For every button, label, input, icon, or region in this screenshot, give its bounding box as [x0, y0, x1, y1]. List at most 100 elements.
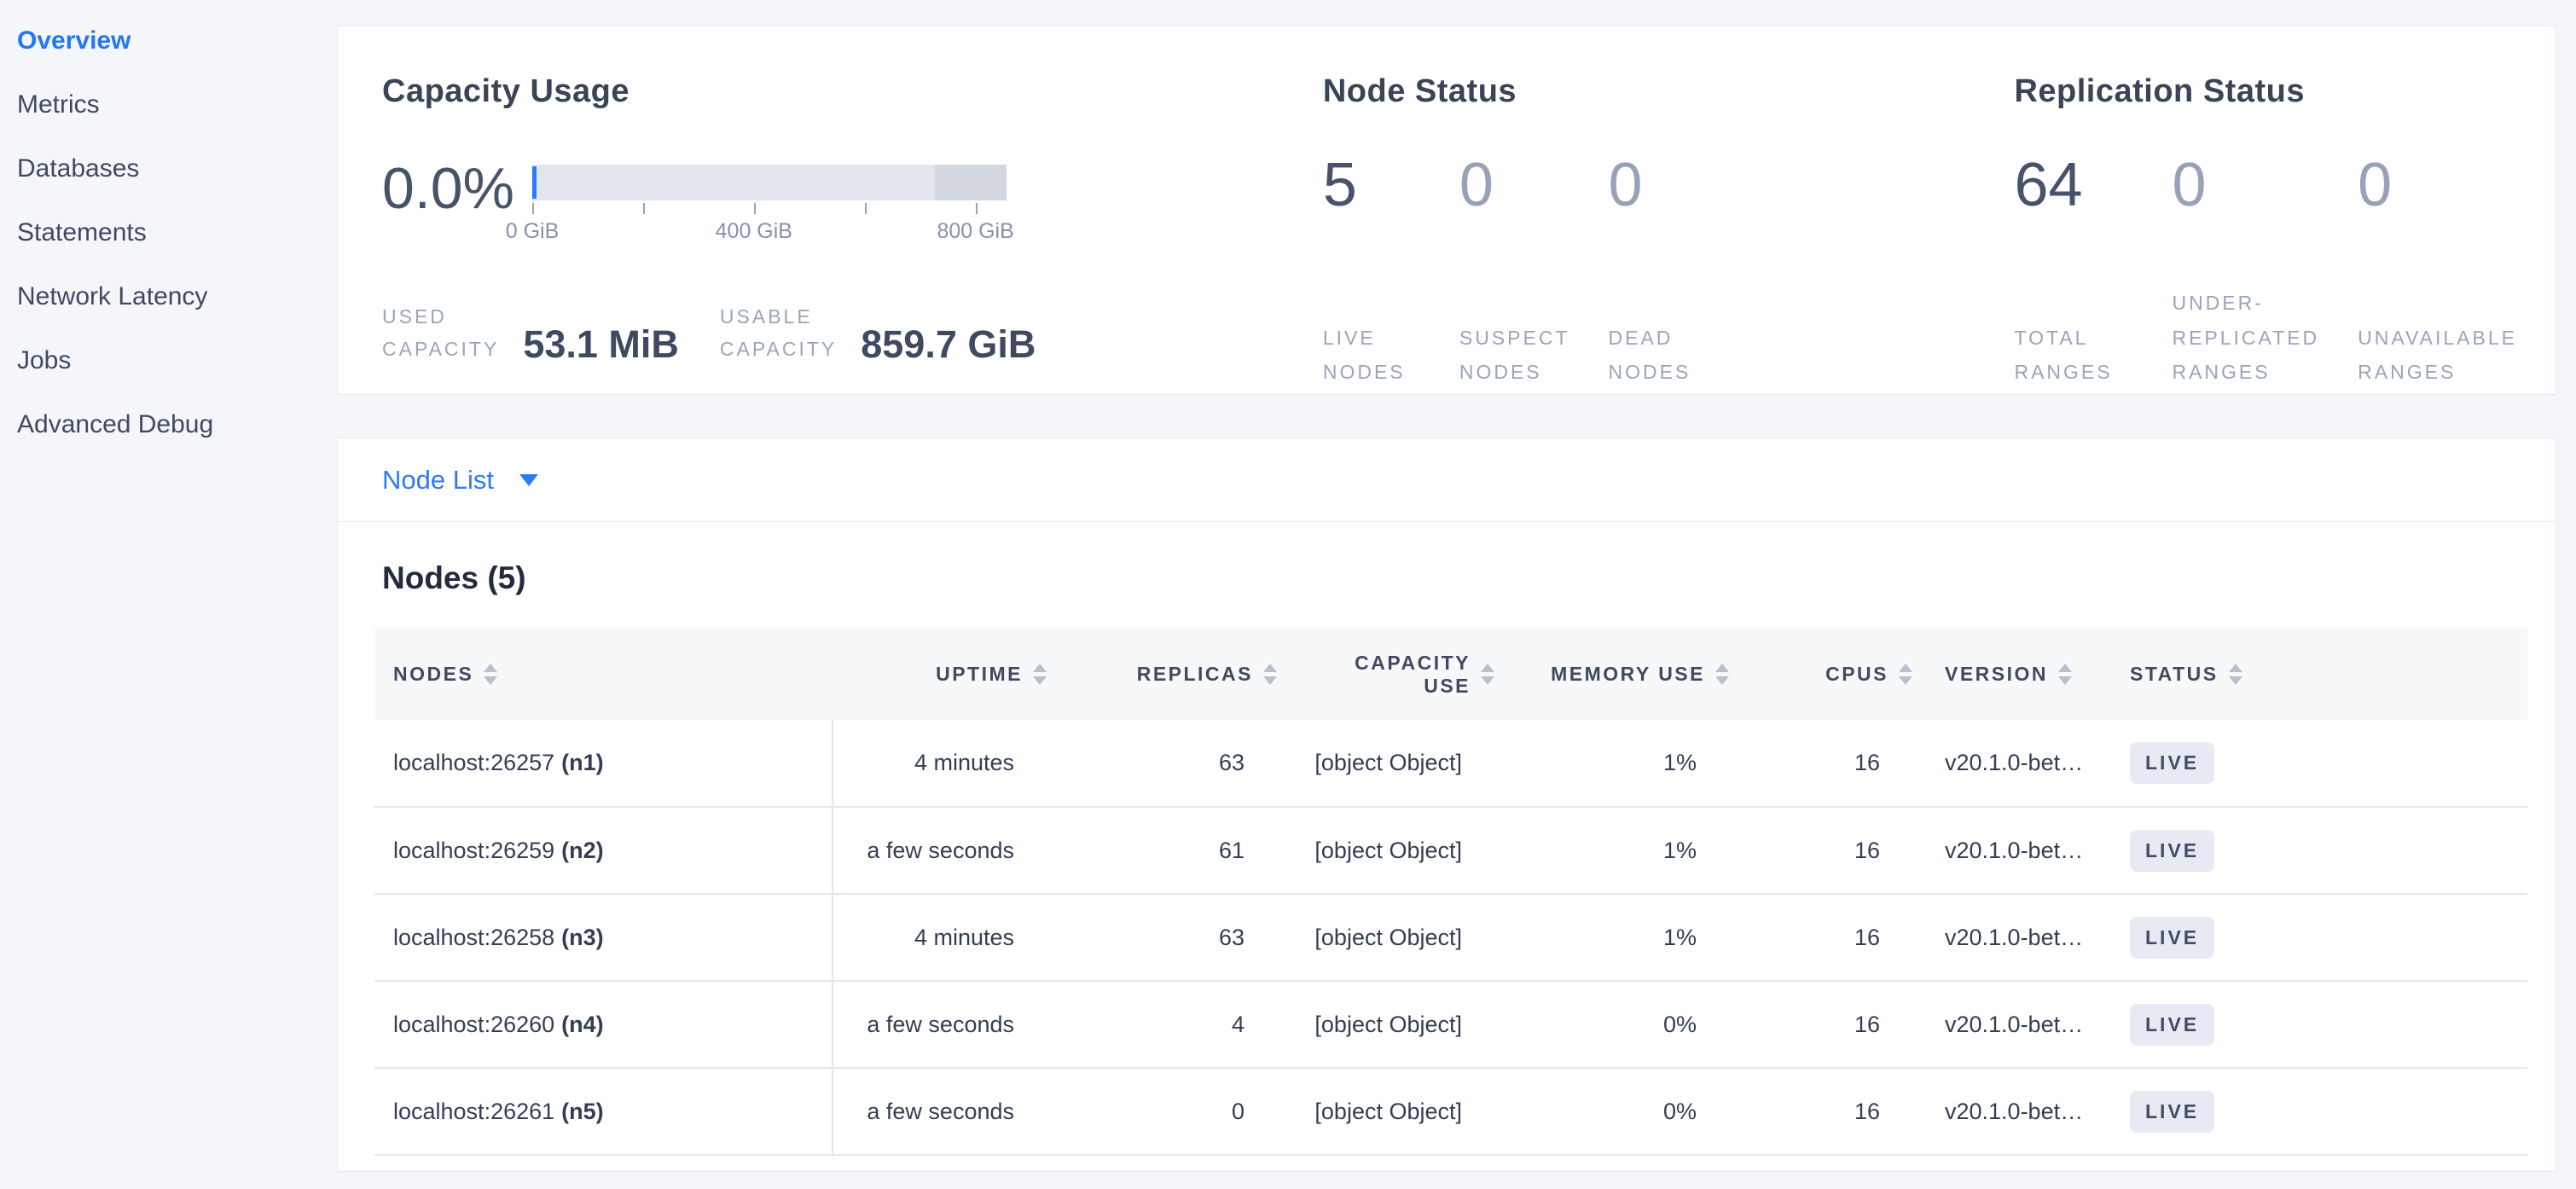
capacity-gauge-ticks — [532, 203, 1007, 216]
sort-icon — [1263, 664, 1277, 685]
sort-icon — [484, 664, 497, 685]
sort-icon — [1481, 664, 1494, 685]
cpus-cell: 16 — [1732, 981, 1916, 1068]
node-cell: localhost:26261(n5) — [374, 1068, 833, 1155]
node-address-link[interactable]: localhost:26261 — [393, 1099, 554, 1124]
memory-use-cell: 0% — [1498, 981, 1732, 1068]
version-cell: v20.1.0-bet… — [1916, 894, 2099, 981]
capacity-gauge-reserved-segment — [935, 165, 1007, 200]
node-list-dropdown-label: Node List — [382, 465, 494, 496]
status-cell: LIVE — [2099, 981, 2527, 1068]
stat-value: 5 — [1323, 154, 1421, 216]
sidebar-item[interactable]: Statements — [0, 200, 337, 264]
node-cell: localhost:26258(n3) — [374, 894, 833, 981]
replicas-cell: 63 — [1050, 720, 1280, 807]
version-cell: v20.1.0-bet… — [1916, 1068, 2099, 1155]
nodes-heading: Nodes (5) — [374, 560, 2519, 596]
capacity-gauge-axis: 0 GiB 400 GiB 800 GiB — [532, 219, 1007, 246]
column-header[interactable]: REPLICAS — [1050, 629, 1280, 720]
axis-label-0gib: 0 GiB — [506, 219, 560, 244]
node-address-link[interactable]: localhost:26260 — [393, 1012, 554, 1037]
sidebar-item-label: Network Latency — [17, 282, 207, 311]
sidebar-item[interactable]: Jobs — [0, 328, 337, 392]
nodes-table-header-row: NODES UPTIME — [374, 629, 2527, 720]
column-header[interactable]: MEMORY USE — [1498, 629, 1732, 720]
sidebar-item-label: Databases — [17, 154, 139, 183]
table-row: localhost:26259(n2) a few seconds 61 [ob… — [374, 807, 2527, 894]
capacity-gauge-bar — [532, 165, 1007, 200]
stat-value: 0 — [1459, 154, 1570, 216]
column-header[interactable]: STATUS — [2099, 629, 2527, 720]
stat-label: UNAVAILABLE RANGES — [2358, 321, 2517, 390]
capacity-use-cell: [object Object] — [1280, 720, 1498, 807]
sidebar-item[interactable]: Overview — [0, 9, 337, 72]
memory-use-cell: 0% — [1498, 1068, 1732, 1155]
sidebar-item[interactable]: Network Latency — [0, 264, 337, 328]
status-badge: LIVE — [2130, 917, 2214, 959]
sidebar-item[interactable]: Databases — [0, 136, 337, 200]
sidebar-item-label: Jobs — [17, 346, 71, 375]
usable-capacity-label: USABLE CAPACITY — [720, 301, 837, 366]
stat-value: 0 — [1609, 154, 1707, 216]
stat-label: SUSPECT NODES — [1459, 321, 1570, 390]
status-badge: LIVE — [2130, 1004, 2214, 1046]
capacity-gauge: 0 GiB 400 GiB 800 GiB — [532, 165, 1007, 246]
capacity-usage-title: Capacity Usage — [382, 73, 1323, 110]
uptime-cell: a few seconds — [833, 807, 1050, 894]
node-cell: localhost:26257 (n1) — [374, 720, 833, 807]
capacity-usage-section: Capacity Usage 0.0% 0 GiB 400 GiB 800 Gi… — [382, 73, 1323, 394]
cpus-cell: 16 — [1732, 807, 1916, 894]
replication-stat: 0 UNAVAILABLE RANGES — [2358, 154, 2517, 389]
replicas-cell: 0 — [1050, 1068, 1280, 1155]
version-cell: v20.1.0-bet… — [1916, 720, 2099, 807]
sidebar-item-label: Statements — [17, 218, 147, 247]
sort-icon — [2058, 664, 2072, 685]
version-cell: v20.1.0-bet… — [1916, 807, 2099, 894]
column-header[interactable]: CPUS — [1732, 629, 1916, 720]
node-address-link[interactable]: localhost:26258 — [393, 925, 554, 950]
status-badge: LIVE — [2130, 1091, 2214, 1133]
cpus-cell: 16 — [1732, 720, 1916, 807]
axis-label-400gib: 400 GiB — [716, 219, 792, 244]
node-cell: localhost:26260 (n4) — [374, 981, 833, 1068]
stat-value: 64 — [2014, 154, 2133, 216]
status-badge: LIVE — [2130, 742, 2214, 784]
memory-use-cell: 1% — [1498, 720, 1732, 807]
capacity-use-cell: [object Object] — [1280, 894, 1498, 981]
sidebar-item[interactable]: Advanced Debug — [0, 392, 337, 456]
cpus-cell: 16 — [1732, 1068, 1916, 1155]
column-header[interactable]: VERSION — [1916, 629, 2099, 720]
column-header[interactable]: CAPACITY USE — [1280, 629, 1498, 720]
column-header[interactable]: UPTIME — [833, 629, 1050, 720]
sidebar-item[interactable]: Metrics — [0, 72, 337, 136]
node-address-link[interactable]: localhost:26257 — [393, 750, 554, 775]
sort-icon — [1899, 664, 1912, 685]
node-status-section: Node Status 5 LIVE NODES 0 SUSPECT NODES… — [1323, 73, 2015, 394]
column-header[interactable]: NODES — [374, 629, 833, 720]
chevron-down-icon — [519, 474, 538, 486]
replicas-cell: 63 — [1050, 894, 1280, 981]
node-id: (n1) — [561, 750, 604, 775]
used-capacity-stat: USED CAPACITY 53.1 MiB — [382, 301, 679, 366]
capacity-use-cell: [object Object] — [1280, 1068, 1498, 1155]
memory-use-cell: 1% — [1498, 807, 1732, 894]
sort-icon — [2229, 664, 2242, 685]
replicas-cell: 4 — [1050, 981, 1280, 1068]
capacity-gauge-used-marker — [532, 166, 537, 199]
capacity-use-cell: [object Object] — [1280, 981, 1498, 1068]
sidebar-item-label: Overview — [17, 26, 131, 55]
stat-value: 0 — [2172, 154, 2319, 216]
stat-label: LIVE NODES — [1323, 321, 1421, 390]
stat-label: TOTAL RANGES — [2014, 321, 2133, 390]
cluster-summary-panel: Capacity Usage 0.0% 0 GiB 400 GiB 800 Gi… — [337, 26, 2556, 395]
sidebar: Overview Metrics Databases Statements Ne… — [0, 9, 337, 456]
status-cell: LIVE — [2099, 720, 2527, 807]
node-status-stat: 5 LIVE NODES — [1323, 154, 1421, 389]
node-list-panel: Node List Nodes (5) NODES — [337, 438, 2556, 1172]
node-address-link[interactable]: localhost:26259 — [393, 838, 554, 863]
uptime-cell: a few seconds — [833, 981, 1050, 1068]
version-cell: v20.1.0-bet… — [1916, 981, 2099, 1068]
node-list-dropdown[interactable]: Node List — [382, 465, 538, 496]
replicas-cell: 61 — [1050, 807, 1280, 894]
node-id: (n4) — [561, 1012, 604, 1037]
